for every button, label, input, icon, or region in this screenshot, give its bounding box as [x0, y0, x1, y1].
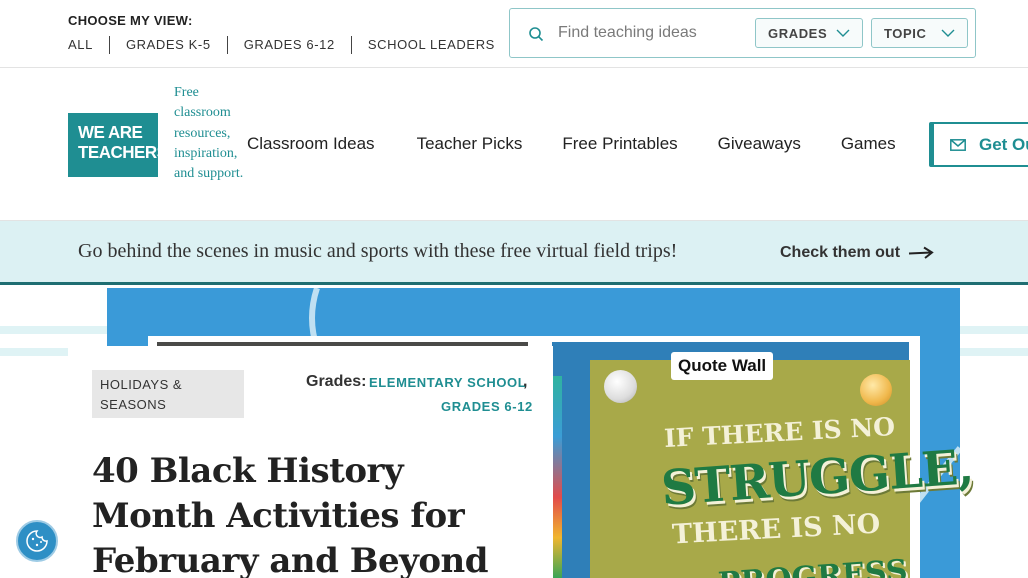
nav-classroom-ideas[interactable]: Classroom Ideas	[247, 134, 375, 154]
accessibility-button[interactable]	[16, 520, 58, 562]
decor-stripe	[960, 348, 1028, 356]
cookie-icon	[26, 530, 48, 552]
search-input[interactable]	[558, 21, 748, 45]
top-utility-bar: CHOOSE MY VIEW: ALL GRADES K-5 GRADES 6-…	[0, 0, 1028, 68]
grade-link-elementary[interactable]: ELEMENTARY SCHOOL	[369, 375, 526, 390]
grade-link-6-12[interactable]: GRADES 6-12	[441, 399, 533, 414]
promo-banner: Go behind the scenes in music and sports…	[0, 221, 1028, 285]
pushpin-white	[604, 370, 637, 403]
nav-giveaways[interactable]: Giveaways	[718, 134, 801, 154]
choose-view-label: CHOOSE MY VIEW:	[68, 13, 193, 28]
main-nav: Classroom Ideas Teacher Picks Free Print…	[247, 134, 936, 154]
nav-free-printables[interactable]: Free Printables	[562, 134, 677, 154]
logo-line-1: WE ARE	[78, 122, 143, 142]
promo-cta-label: Check them out	[780, 244, 901, 261]
grades-select-label: GRADES	[768, 25, 828, 41]
pushpin-yellow	[860, 374, 892, 406]
article-title: 40 Black History Month Activities for Fe…	[92, 451, 489, 578]
grades-label: Grades:	[306, 373, 367, 390]
quote-wall-label: Quote Wall	[671, 352, 774, 380]
mail-icon	[950, 138, 966, 151]
grade-separator: ,	[523, 373, 528, 390]
search-box: GRADES TOPIC	[509, 8, 976, 58]
view-links: ALL GRADES K-5 GRADES 6-12 SCHOOL LEADER…	[68, 36, 511, 54]
chevron-down-icon	[836, 29, 850, 37]
nav-games[interactable]: Games	[841, 134, 896, 154]
view-link-all[interactable]: ALL	[68, 36, 109, 54]
promo-cta-link[interactable]: Check them out	[780, 244, 934, 262]
main-header: WE ARE TEACHERS Free classroom resources…	[0, 68, 1028, 221]
board-border-strip	[552, 376, 562, 578]
newsletter-button-label: Get Our	[979, 134, 1028, 154]
grades-select[interactable]: GRADES	[755, 18, 863, 48]
nav-teacher-picks[interactable]: Teacher Picks	[417, 134, 523, 154]
arrow-right-icon	[908, 246, 934, 259]
view-link-school-leaders[interactable]: SCHOOL LEADERS	[350, 36, 511, 54]
search-icon[interactable]	[528, 26, 544, 42]
topic-select-label: TOPIC	[884, 25, 927, 41]
logo-tail	[68, 168, 113, 177]
decor-stripe	[960, 326, 1028, 334]
topic-select[interactable]: TOPIC	[871, 18, 968, 48]
logo-line-2: TEACHERS	[78, 142, 168, 162]
logo-wordmark: WE ARE TEACHERS	[78, 122, 168, 162]
view-link-grades-6-12[interactable]: GRADES 6-12	[226, 36, 351, 54]
decor-stripe	[0, 326, 107, 334]
promo-text: Go behind the scenes in music and sports…	[78, 240, 678, 262]
chevron-down-icon	[941, 29, 955, 37]
article-card: HOLIDAYS & SEASONS Grades: ELEMENTARY SC…	[68, 346, 553, 578]
newsletter-button[interactable]: Get Our	[929, 122, 1028, 167]
category-tag[interactable]: HOLIDAYS & SEASONS	[92, 370, 244, 418]
view-link-grades-k5[interactable]: GRADES K-5	[108, 36, 227, 54]
site-tagline: Free classroom resources, inspiration, a…	[174, 85, 244, 182]
